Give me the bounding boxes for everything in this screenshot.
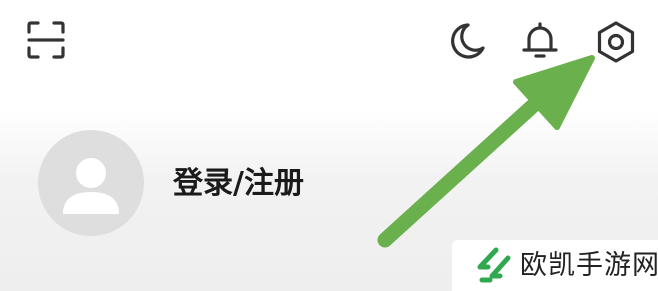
site-logo-icon [477, 247, 511, 283]
login-register-link[interactable]: 登录/注册 [173, 164, 304, 204]
gear-icon[interactable] [592, 18, 640, 66]
bell-icon[interactable] [517, 18, 563, 64]
scan-icon[interactable] [24, 18, 68, 62]
watermark: 欧凯手游网 [452, 240, 658, 291]
user-silhouette-icon [63, 158, 119, 214]
watermark-text: 欧凯手游网 [520, 250, 658, 281]
avatar[interactable] [38, 130, 144, 236]
moon-icon[interactable] [444, 20, 488, 64]
